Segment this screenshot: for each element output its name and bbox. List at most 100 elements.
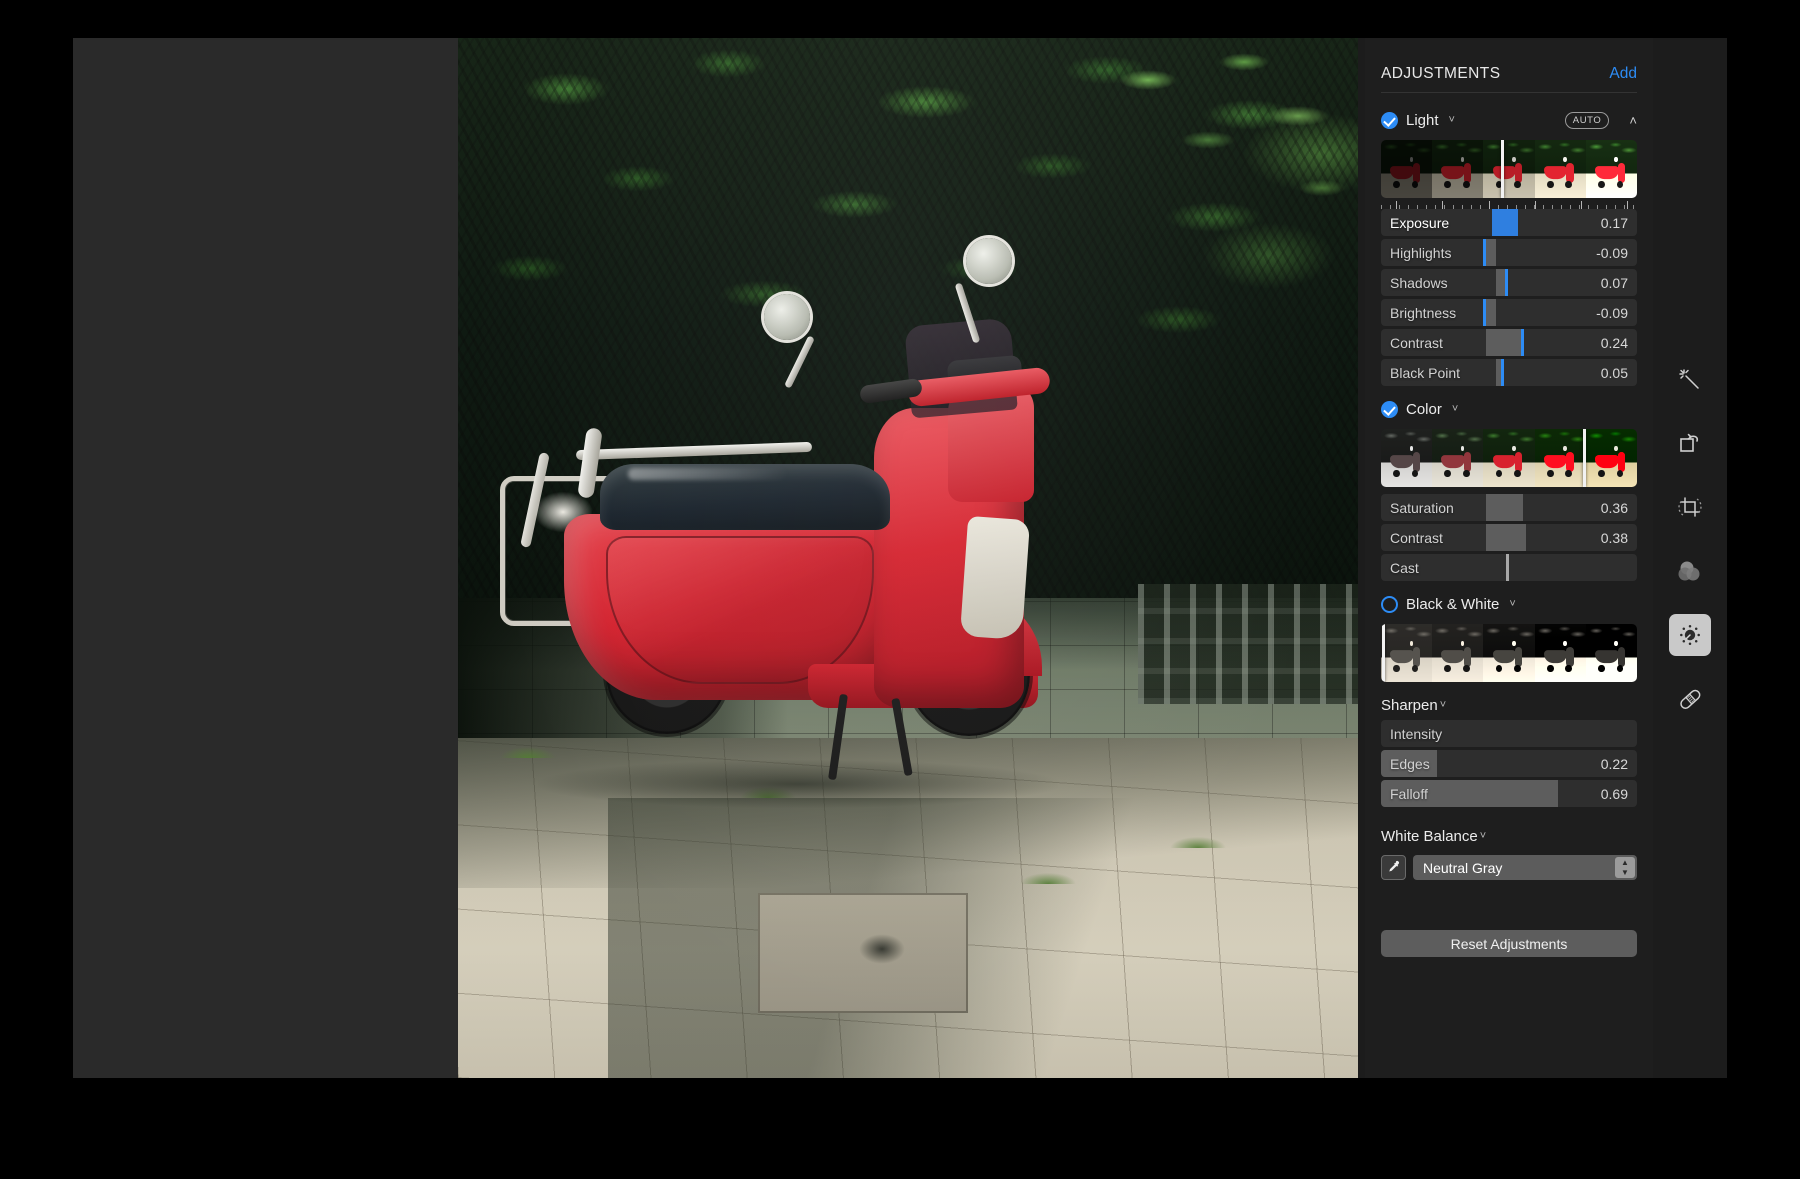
- filmstrip-frame: [1483, 140, 1535, 198]
- white-balance-value: Neutral Gray: [1423, 859, 1503, 876]
- slider-brightness[interactable]: Brightness -0.09: [1381, 299, 1637, 326]
- chevron-up-icon[interactable]: ˄: [1629, 113, 1637, 128]
- slider-value: 0.05: [1600, 364, 1628, 381]
- slider-label: Exposure: [1390, 214, 1450, 231]
- color-filmstrip[interactable]: [1381, 429, 1637, 487]
- scooter-mirror: [764, 294, 810, 340]
- chevron-down-icon[interactable]: ˅: [1440, 699, 1446, 711]
- scooter-side-panel: [606, 536, 874, 684]
- exposure-ruler: [1381, 200, 1637, 209]
- slider-label: Contrast: [1390, 529, 1443, 546]
- section-header-light: Light ˅ AUTO ˄: [1381, 103, 1637, 137]
- filmstrip-frame: [1432, 140, 1484, 198]
- filmstrip-frame: [1381, 429, 1433, 487]
- scooter-chrome-rail: [575, 441, 813, 461]
- filmstrip-frame: [1585, 140, 1637, 198]
- slider-value: 0.22: [1600, 755, 1628, 772]
- filmstrip-frame: [1534, 429, 1586, 487]
- slider-label: Shadows: [1390, 274, 1448, 291]
- chevron-down-icon[interactable]: ˅: [1509, 598, 1515, 610]
- chevron-up-icon: ▲: [1621, 857, 1629, 867]
- slider-label: Saturation: [1390, 499, 1454, 516]
- filmstrip-frame: [1432, 624, 1484, 682]
- filmstrip-frame: [1534, 624, 1586, 682]
- crop-icon[interactable]: [1669, 486, 1711, 528]
- filmstrip-frame: [1585, 624, 1637, 682]
- filmstrip-frame: [1381, 140, 1433, 198]
- scooter-shadow: [538, 760, 1058, 808]
- light-enabled-checkbox[interactable]: [1381, 111, 1398, 129]
- slider-label: Brightness: [1390, 304, 1457, 321]
- filmstrip-frame: [1585, 429, 1637, 487]
- white-balance-controls: Neutral Gray ▲ ▼: [1381, 855, 1637, 880]
- black-white-filmstrip-playhead[interactable]: [1382, 624, 1386, 682]
- filmstrip-frame: [1534, 140, 1586, 198]
- section-header-black-white: Black & White ˅: [1381, 587, 1637, 621]
- slider-black-point[interactable]: Black Point 0.05: [1381, 359, 1637, 386]
- slider-saturation[interactable]: Saturation 0.36: [1381, 494, 1637, 521]
- photo-manhole-cover: [758, 893, 968, 1013]
- slider-contrast-color[interactable]: Contrast 0.38: [1381, 524, 1637, 551]
- slider-label: Highlights: [1390, 244, 1452, 261]
- canvas-area: [73, 38, 1358, 1078]
- photo-viewer[interactable]: [458, 38, 1358, 1078]
- slider-value: 0.38: [1600, 529, 1628, 546]
- scooter-mirror: [966, 238, 1012, 284]
- slider-edges[interactable]: Edges 0.22: [1381, 750, 1637, 777]
- filters-icon[interactable]: [1669, 550, 1711, 592]
- section-title-sharpen: Sharpen: [1381, 696, 1438, 714]
- section-title-light: Light: [1406, 111, 1439, 129]
- light-auto-button[interactable]: AUTO: [1564, 111, 1610, 129]
- slider-contrast-light[interactable]: Contrast 0.24: [1381, 329, 1637, 356]
- chevron-down-icon[interactable]: ˅: [1452, 403, 1458, 415]
- filmstrip-frame: [1381, 624, 1433, 682]
- filmstrip-frame: [1432, 429, 1484, 487]
- edit-tool-rail: [1653, 38, 1727, 1078]
- filmstrip-frame: [1483, 429, 1535, 487]
- section-title-color: Color: [1406, 400, 1442, 418]
- slider-value: 0.36: [1600, 499, 1628, 516]
- slider-intensity[interactable]: Intensity: [1381, 720, 1637, 747]
- header-divider: [1381, 92, 1637, 93]
- slider-falloff[interactable]: Falloff 0.69: [1381, 780, 1637, 807]
- page-title: ADJUSTMENTS: [1381, 65, 1501, 82]
- black-white-enabled-checkbox[interactable]: [1381, 595, 1398, 613]
- stepper-arrows[interactable]: ▲ ▼: [1615, 857, 1635, 878]
- color-filmstrip-playhead[interactable]: [1583, 429, 1587, 487]
- photo-grass: [978, 828, 1118, 884]
- slider-label: Intensity: [1390, 725, 1443, 742]
- slider-exposure[interactable]: Exposure 0.17: [1381, 209, 1637, 236]
- add-adjustment-button[interactable]: Add: [1609, 65, 1637, 83]
- color-enabled-checkbox[interactable]: [1381, 400, 1398, 418]
- slider-label: Contrast: [1390, 334, 1443, 351]
- white-balance-select[interactable]: Neutral Gray ▲ ▼: [1413, 855, 1637, 880]
- panel-header: ADJUSTMENTS Add: [1381, 38, 1637, 92]
- chevron-down-icon[interactable]: ˅: [1480, 830, 1486, 842]
- photo-lattice: [1138, 584, 1358, 704]
- slider-cast[interactable]: Cast: [1381, 554, 1637, 581]
- reset-adjustments-button[interactable]: Reset Adjustments: [1381, 930, 1637, 957]
- light-filmstrip[interactable]: [1381, 140, 1637, 198]
- retouch-icon[interactable]: [1669, 678, 1711, 720]
- light-filmstrip-playhead[interactable]: [1501, 140, 1505, 198]
- chevron-down-icon[interactable]: ˅: [1449, 114, 1455, 126]
- slider-value: 0.17: [1600, 214, 1628, 231]
- section-title-black-white: Black & White: [1406, 595, 1500, 613]
- adjust-icon[interactable]: [1669, 614, 1711, 656]
- slider-label: Falloff: [1390, 785, 1428, 802]
- slider-highlights[interactable]: Highlights -0.09: [1381, 239, 1637, 266]
- filmstrip-frame: [1483, 624, 1535, 682]
- adjustments-panel: ADJUSTMENTS Add Light ˅ AUTO ˄ Exposure …: [1365, 38, 1653, 1078]
- slider-shadows[interactable]: Shadows 0.07: [1381, 269, 1637, 296]
- section-header-white-balance: White Balance ˅: [1381, 821, 1637, 851]
- photo-grass: [1138, 798, 1258, 848]
- auto-enhance-icon[interactable]: [1669, 358, 1711, 400]
- eyedropper-icon[interactable]: [1381, 855, 1406, 880]
- slider-label: Cast: [1390, 559, 1419, 576]
- section-title-white-balance: White Balance: [1381, 827, 1478, 845]
- rotate-icon[interactable]: [1669, 422, 1711, 464]
- slider-value: -0.09: [1596, 244, 1628, 261]
- slider-value: 0.24: [1600, 334, 1628, 351]
- slider-label: Edges: [1390, 755, 1430, 772]
- black-white-filmstrip[interactable]: [1381, 624, 1637, 682]
